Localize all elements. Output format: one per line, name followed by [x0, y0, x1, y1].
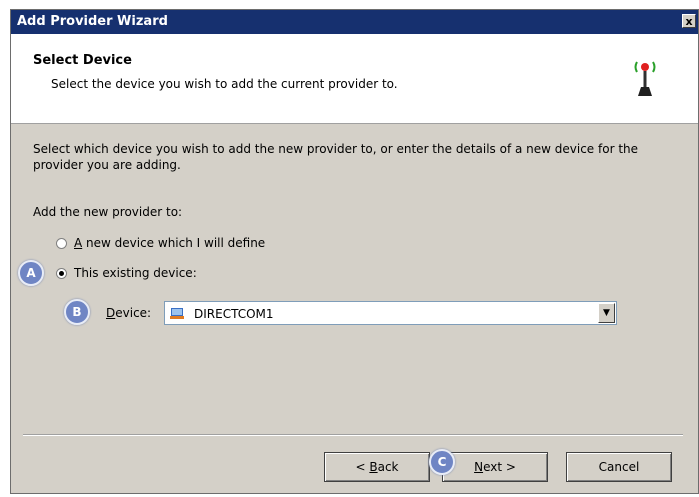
device-label: Device: [106, 306, 152, 320]
wizard-header: Select Device Select the device you wish… [11, 34, 698, 124]
device-select[interactable]: DIRECTCOM1 ▼ [164, 301, 617, 325]
next-button[interactable]: Next > [442, 452, 548, 482]
antenna-icon [634, 61, 656, 96]
divider [23, 434, 683, 436]
callout-b: B [64, 299, 90, 325]
radio-existing-device[interactable]: This existing device: [56, 266, 197, 280]
add-provider-label: Add the new provider to: [33, 205, 183, 219]
close-button[interactable]: x [682, 14, 696, 28]
page-title: Select Device [33, 53, 132, 68]
radio-label-existing-device: This existing device: [74, 266, 197, 280]
dropdown-button[interactable]: ▼ [598, 303, 615, 323]
device-select-value: DIRECTCOM1 [194, 307, 274, 321]
title-bar[interactable]: Add Provider Wizard x [11, 10, 698, 34]
description-text: Select which device you wish to add the … [33, 142, 639, 172]
close-icon: x [685, 15, 693, 28]
radio-new-device[interactable]: A new device which I will define [56, 236, 265, 250]
callout-c: C [429, 449, 455, 475]
page-subtitle: Select the device you wish to add the cu… [51, 77, 398, 91]
window-title: Add Provider Wizard [17, 14, 168, 29]
wizard-window: Add Provider Wizard x Select Device Sele… [10, 9, 699, 494]
radio-label-new-device: A new device which I will define [74, 236, 266, 250]
callout-a: A [18, 260, 44, 286]
back-button[interactable]: < Back [324, 452, 430, 482]
cancel-button[interactable]: Cancel [566, 452, 672, 482]
chevron-down-icon: ▼ [603, 308, 610, 318]
radio-button[interactable] [56, 237, 67, 249]
device-icon [170, 308, 184, 319]
radio-button[interactable] [56, 267, 67, 279]
